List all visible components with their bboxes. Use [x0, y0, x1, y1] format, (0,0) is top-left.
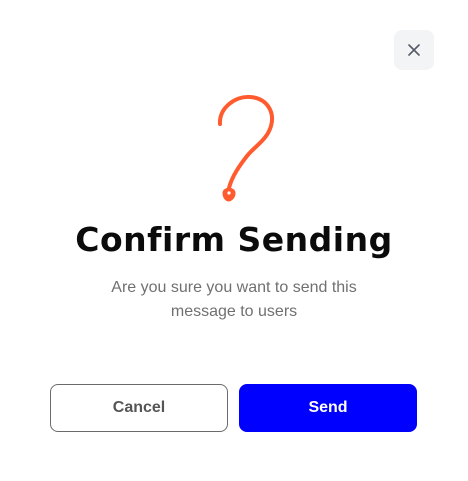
dialog-title: Confirm Sending: [75, 220, 393, 259]
confirm-dialog: Confirm Sending Are you sure you want to…: [0, 0, 468, 481]
send-button[interactable]: Send: [239, 384, 417, 432]
cancel-button[interactable]: Cancel: [50, 384, 228, 432]
dialog-message: Are you sure you want to send this messa…: [111, 279, 357, 320]
close-button[interactable]: [394, 30, 434, 70]
close-icon: [407, 43, 421, 57]
question-mark-icon: [205, 94, 285, 206]
